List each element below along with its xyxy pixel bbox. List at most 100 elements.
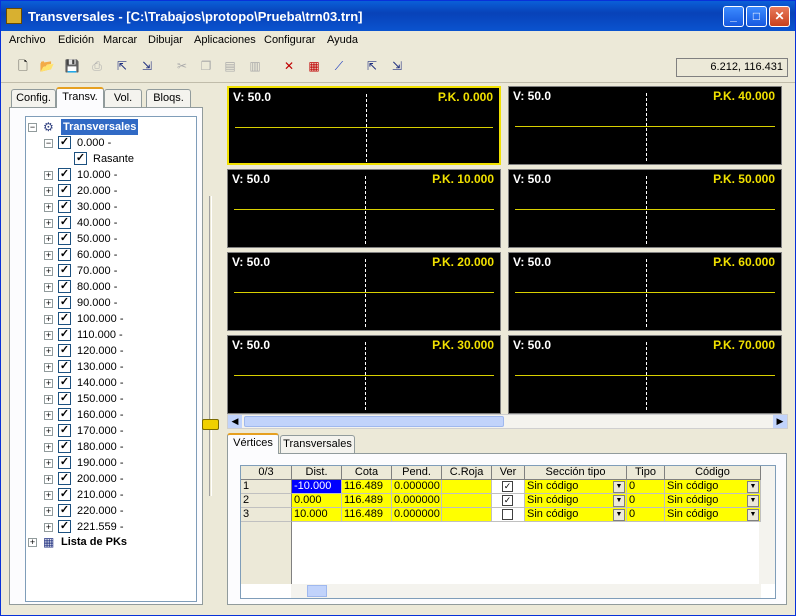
expand-icon[interactable]: + — [44, 187, 53, 196]
checkbox[interactable]: ✓ — [58, 264, 71, 277]
column-header[interactable]: C.Roja — [442, 466, 492, 480]
tree-item[interactable]: + ✓ 40.000 - — [44, 215, 174, 231]
tab-transv[interactable]: Transv. — [56, 87, 104, 108]
menu-aplicaciones[interactable]: Aplicaciones — [194, 34, 256, 46]
minimize-button[interactable]: _ — [723, 6, 744, 27]
scale-slider-thumb[interactable] — [202, 419, 219, 430]
cell-pend[interactable]: 0.000000 — [392, 508, 442, 522]
menu-configurar[interactable]: Configurar — [264, 34, 315, 46]
checkbox[interactable]: ✓ — [58, 184, 71, 197]
tree-item[interactable]: + ✓ 220.000 - — [44, 503, 174, 519]
tab-config[interactable]: Config. — [11, 89, 56, 107]
table-edit-icon[interactable]: ▦ — [305, 57, 323, 75]
transversales-tree[interactable]: − ⚙ Transversales − ✓ 0.000 - ✓ Rasante … — [25, 116, 197, 602]
cross-section-view[interactable]: V: 50.0 P.K. 0.000 — [227, 86, 501, 165]
expand-icon[interactable]: + — [44, 459, 53, 468]
checkbox[interactable]: ✓ — [58, 232, 71, 245]
cross-section-view[interactable]: V: 50.0 P.K. 70.000 — [508, 335, 782, 414]
cross-section-view[interactable]: V: 50.0 P.K. 10.000 — [227, 169, 501, 248]
cell-seccion[interactable]: Sin código ▼ — [525, 480, 627, 494]
cell-cota[interactable]: 116.489 — [342, 480, 392, 494]
scroll-left-icon[interactable]: ◀ — [228, 415, 242, 428]
cell-ver[interactable]: ✓ — [492, 494, 525, 508]
column-header[interactable]: Cota — [342, 466, 392, 480]
print-icon[interactable]: ⎙ — [88, 57, 106, 75]
expand-icon[interactable]: + — [44, 235, 53, 244]
menu-marcar[interactable]: Marcar — [103, 34, 137, 46]
checkbox[interactable]: ✓ — [58, 472, 71, 485]
tree-item-first[interactable]: − ✓ 0.000 - — [44, 135, 164, 151]
cell-tipo[interactable]: 0 — [627, 494, 665, 508]
checkbox[interactable]: ✓ — [58, 456, 71, 469]
ver-checkbox[interactable]: ✓ — [502, 495, 513, 506]
cell-ver[interactable]: ✓ — [492, 480, 525, 494]
ver-checkbox[interactable]: ✓ — [502, 481, 513, 492]
cross-section-view[interactable]: V: 50.0 P.K. 20.000 — [227, 252, 501, 331]
tab-vertices[interactable]: Vértices — [227, 433, 279, 454]
cell-codigo[interactable]: Sin código ▼ — [665, 508, 761, 522]
row-number[interactable]: 1 — [241, 480, 292, 494]
expand-icon[interactable]: + — [44, 347, 53, 356]
cross-section-view[interactable]: V: 50.0 P.K. 40.000 — [508, 86, 782, 165]
tree-item[interactable]: + ✓ 221.559 - — [44, 519, 174, 535]
expand-icon[interactable]: + — [44, 395, 53, 404]
checkbox[interactable]: ✓ — [58, 216, 71, 229]
expand-icon[interactable]: + — [44, 219, 53, 228]
expand-icon[interactable]: + — [44, 427, 53, 436]
tree-item[interactable]: + ✓ 60.000 - — [44, 247, 174, 263]
checkbox[interactable]: ✓ — [58, 296, 71, 309]
menu-archivo[interactable]: Archivo — [9, 34, 46, 46]
checkbox[interactable]: ✓ — [74, 152, 87, 165]
expand-icon[interactable]: + — [44, 475, 53, 484]
cut-icon[interactable]: ✂ — [173, 57, 191, 75]
tree-item[interactable]: + ✓ 170.000 - — [44, 423, 174, 439]
dropdown-arrow-icon[interactable]: ▼ — [613, 495, 625, 507]
checkbox[interactable]: ✓ — [58, 136, 71, 149]
cross-section-view[interactable]: V: 50.0 P.K. 30.000 — [227, 335, 501, 414]
checkbox[interactable]: ✓ — [58, 376, 71, 389]
checkbox[interactable]: ✓ — [58, 424, 71, 437]
tree-item[interactable]: + ✓ 160.000 - — [44, 407, 174, 423]
column-header[interactable]: Dist. — [292, 466, 342, 480]
tree-item[interactable]: + ✓ 10.000 - — [44, 167, 174, 183]
checkbox[interactable]: ✓ — [58, 392, 71, 405]
tree-item[interactable]: + ✓ 190.000 - — [44, 455, 174, 471]
tree-item[interactable]: + ✓ 140.000 - — [44, 375, 174, 391]
tree-item[interactable]: + ✓ 200.000 - — [44, 471, 174, 487]
expand-icon[interactable]: + — [44, 251, 53, 260]
expand-icon[interactable]: + — [44, 363, 53, 372]
scroll-thumb[interactable] — [244, 416, 504, 427]
cell-croja[interactable] — [442, 508, 492, 522]
expand-icon[interactable]: + — [44, 267, 53, 276]
tab-vol[interactable]: Vol. — [104, 89, 142, 107]
expand-icon[interactable]: + — [44, 315, 53, 324]
tree-item[interactable]: + ✓ 100.000 - — [44, 311, 174, 327]
checkbox[interactable]: ✓ — [58, 360, 71, 373]
sections-horizontal-scrollbar[interactable]: ◀ ▶ — [227, 414, 788, 429]
maximize-button[interactable]: □ — [746, 6, 767, 27]
tree-item[interactable]: + ✓ 210.000 - — [44, 487, 174, 503]
dropdown-arrow-icon[interactable]: ▼ — [613, 481, 625, 493]
splitter[interactable] — [209, 196, 212, 496]
line-draw-icon[interactable]: ⟋ — [330, 57, 348, 75]
export-icon[interactable]: ⇱ — [113, 57, 131, 75]
column-header[interactable]: Tipo — [627, 466, 665, 480]
cross-section-view[interactable]: V: 50.0 P.K. 60.000 — [508, 252, 782, 331]
menu-edicion[interactable]: Edición — [58, 34, 94, 46]
cell-croja[interactable] — [442, 494, 492, 508]
tree-pk-list[interactable]: + ▦ Lista de PKs — [28, 534, 178, 550]
cell-cota[interactable]: 116.489 — [342, 494, 392, 508]
ver-checkbox[interactable] — [502, 509, 513, 520]
title-bar[interactable]: Transversales - [C:\Trabajos\protopo\Pru… — [1, 1, 795, 31]
expand-icon[interactable]: + — [44, 523, 53, 532]
checkbox[interactable]: ✓ — [58, 440, 71, 453]
cross-section-icon[interactable]: ✕ — [280, 57, 298, 75]
layer-import-icon[interactable]: ⇲ — [388, 57, 406, 75]
menu-dibujar[interactable]: Dibujar — [148, 34, 183, 46]
cell-seccion[interactable]: Sin código ▼ — [525, 494, 627, 508]
column-header[interactable]: Sección tipo — [525, 466, 627, 480]
cell-dist[interactable]: 0.000 — [292, 494, 342, 508]
paste-special-icon[interactable]: ▥ — [246, 57, 264, 75]
cell-pend[interactable]: 0.000000 — [392, 480, 442, 494]
checkbox[interactable]: ✓ — [58, 280, 71, 293]
